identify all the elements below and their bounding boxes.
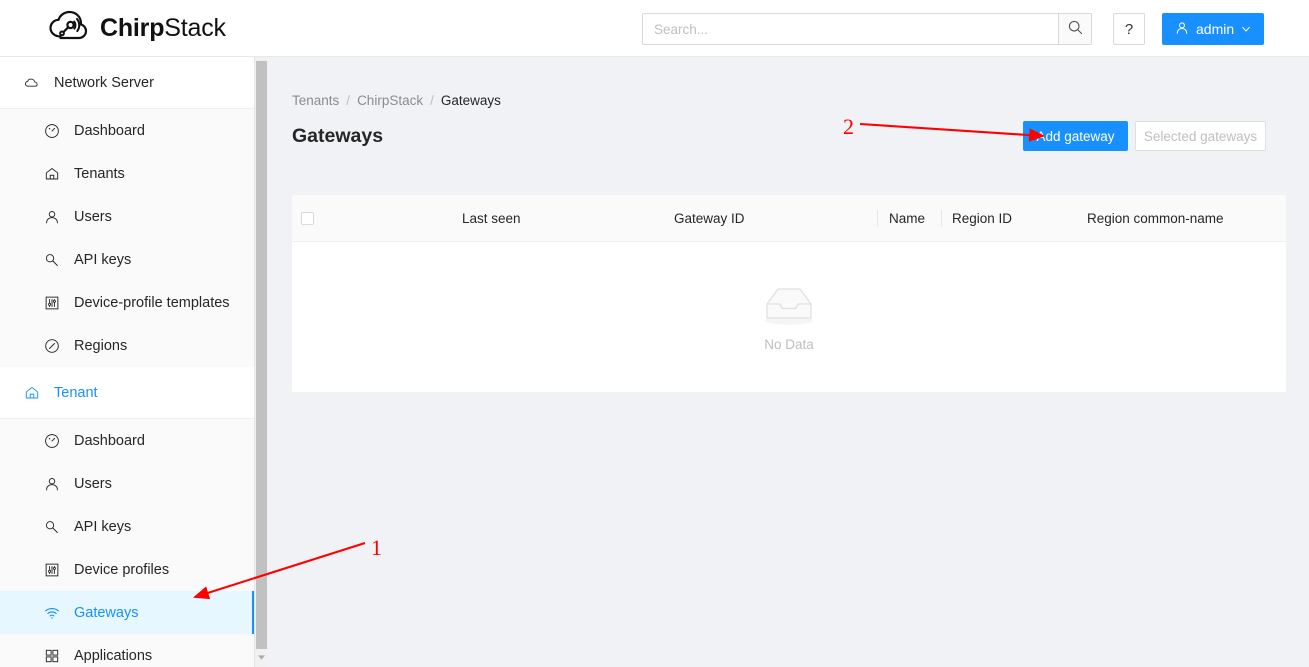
selected-gateways-button: Selected gateways: [1135, 121, 1266, 151]
sidebar: Network Server Dashboard Tenants: [0, 57, 255, 667]
scroll-down-arrow-button[interactable]: [256, 652, 267, 663]
sidebar-group-label: Network Server: [54, 75, 154, 91]
dashboard-icon: [44, 123, 60, 139]
sidebar-item-regions[interactable]: Regions: [0, 324, 255, 367]
search-icon: [1068, 20, 1083, 38]
table-body: No Data: [292, 242, 1286, 392]
brand-logo[interactable]: ChirpStack: [48, 10, 226, 47]
sidebar-item-label: Dashboard: [74, 433, 145, 449]
apps-icon: [44, 648, 60, 664]
key-icon: [44, 519, 60, 535]
column-header-region-id[interactable]: Region ID: [952, 195, 1012, 242]
breadcrumb-item-chirpstack[interactable]: ChirpStack: [357, 93, 423, 108]
app-header: ChirpStack ? admin: [0, 0, 1309, 57]
sidebar-item-tenants[interactable]: Tenants: [0, 152, 255, 195]
empty-inbox-icon: [756, 282, 822, 332]
main-content: Tenants / ChirpStack / Gateways Gateways…: [269, 57, 1309, 667]
column-header-gateway-id[interactable]: Gateway ID: [674, 195, 745, 242]
user-icon: [44, 476, 60, 492]
chevron-down-icon: [1241, 21, 1251, 37]
breadcrumb-separator: /: [346, 93, 350, 108]
key-icon: [44, 252, 60, 268]
sidebar-item-label: Device profiles: [74, 562, 169, 578]
column-header-region-common-name[interactable]: Region common-name: [1087, 195, 1224, 242]
sliders-icon: [44, 295, 60, 311]
breadcrumb-item-tenants[interactable]: Tenants: [292, 93, 339, 108]
sidebar-item-label: Tenants: [74, 166, 125, 182]
user-icon: [44, 209, 60, 225]
sidebar-item-label: Dashboard: [74, 123, 145, 139]
sidebar-item-dashboard-tenant[interactable]: Dashboard: [0, 419, 255, 462]
cloud-icon: [24, 75, 40, 91]
sidebar-item-users-tenant[interactable]: Users: [0, 462, 255, 505]
table-header-row: Last seen Gateway ID Name Region ID Regi…: [292, 195, 1286, 242]
sidebar-item-label: API keys: [74, 519, 131, 535]
wifi-icon: [44, 605, 60, 621]
sidebar-item-label: API keys: [74, 252, 131, 268]
admin-menu-button[interactable]: admin: [1162, 13, 1264, 45]
sidebar-item-label: Gateways: [74, 605, 138, 621]
sidebar-item-users-ns[interactable]: Users: [0, 195, 255, 238]
sidebar-group-label: Tenant: [54, 385, 98, 401]
sidebar-item-gateways[interactable]: Gateways: [0, 591, 255, 634]
search-button[interactable]: [1058, 14, 1091, 44]
user-icon: [1175, 21, 1189, 38]
chirpstack-app: ChirpStack ? admin: [0, 0, 1309, 667]
brand-name-bold: Chirp: [100, 14, 164, 42]
sidebar-item-label: Users: [74, 476, 112, 492]
column-header-name[interactable]: Name: [889, 195, 925, 242]
chirpstack-cloud-icon: [48, 10, 90, 47]
sidebar-item-label: Users: [74, 209, 112, 225]
sidebar-item-label: Applications: [74, 648, 152, 664]
select-all-checkbox[interactable]: [301, 212, 314, 225]
column-header-last-seen[interactable]: Last seen: [462, 195, 521, 242]
admin-label: admin: [1196, 21, 1234, 37]
sidebar-scrollbar-thumb[interactable]: [256, 61, 267, 649]
home-icon: [44, 166, 60, 182]
column-divider: [877, 210, 878, 227]
breadcrumb-item-gateways[interactable]: Gateways: [441, 93, 501, 108]
sidebar-item-api-keys-tenant[interactable]: API keys: [0, 505, 255, 548]
sidebar-item-device-profile-templates[interactable]: Device-profile templates: [0, 281, 255, 324]
sidebar-item-label: Regions: [74, 338, 127, 354]
help-button[interactable]: ?: [1113, 13, 1145, 45]
brand-name-light: Stack: [164, 14, 226, 42]
gateways-table: Last seen Gateway ID Name Region ID Regi…: [292, 195, 1286, 392]
sidebar-item-applications[interactable]: Applications: [0, 634, 255, 667]
page-title: Gateways: [292, 125, 383, 148]
sidebar-item-api-keys-ns[interactable]: API keys: [0, 238, 255, 281]
add-gateway-button[interactable]: Add gateway: [1023, 121, 1128, 151]
compass-icon: [44, 338, 60, 354]
sidebar-item-label: Device-profile templates: [74, 295, 230, 311]
dashboard-icon: [44, 433, 60, 449]
sidebar-item-dashboard-ns[interactable]: Dashboard: [0, 109, 255, 152]
sidebar-group-tenant[interactable]: Tenant: [0, 367, 255, 419]
search-box: [642, 13, 1092, 45]
empty-state: No Data: [292, 242, 1286, 392]
search-input[interactable]: [643, 14, 1058, 44]
home-icon: [24, 385, 40, 401]
brand-name: ChirpStack: [100, 14, 226, 43]
breadcrumb-separator: /: [430, 93, 434, 108]
sliders-icon: [44, 562, 60, 578]
empty-state-text: No Data: [764, 337, 814, 352]
breadcrumb: Tenants / ChirpStack / Gateways: [292, 93, 501, 108]
sidebar-item-device-profiles[interactable]: Device profiles: [0, 548, 255, 591]
column-divider: [941, 210, 942, 227]
sidebar-group-network-server[interactable]: Network Server: [0, 57, 255, 109]
